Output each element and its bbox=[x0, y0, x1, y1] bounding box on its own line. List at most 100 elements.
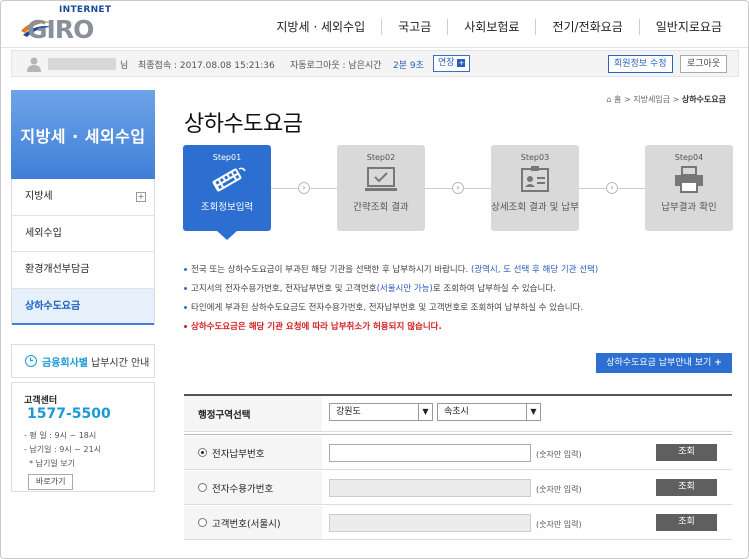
bank-hours-text: 납부시간 안내 bbox=[91, 357, 150, 369]
sidebar-title: 지방세 · 세외수입 bbox=[11, 90, 155, 179]
sidebar-item-label: 세외수입 bbox=[25, 227, 62, 239]
region-select-label: 행정구역선택 bbox=[184, 396, 322, 431]
query-button[interactable]: 조회 bbox=[656, 444, 717, 461]
step-text: 납부결과 확인 bbox=[661, 202, 717, 213]
notice-text: 전국 또는 상하수도요금이 부과된 해당 기관을 선택한 후 납부하시기 바랍니… bbox=[191, 265, 471, 275]
plus-icon: + bbox=[714, 358, 722, 368]
bullet-icon bbox=[184, 306, 187, 309]
sidebar-item-label: 지방세 bbox=[25, 191, 53, 202]
sidebar-menu: 지방세 + 세외수입 환경개선부담금 상하수도요금 bbox=[11, 179, 155, 325]
step-label: Step03 bbox=[520, 153, 550, 162]
logo-giro-text: GIRO bbox=[27, 15, 94, 44]
clock-icon bbox=[25, 355, 37, 367]
monitor-check-icon bbox=[365, 167, 397, 191]
top-nav-social-insurance[interactable]: 사회보험료 bbox=[447, 19, 535, 35]
extend-session-button[interactable]: 연장 + bbox=[433, 55, 471, 72]
expand-plus-icon[interactable]: + bbox=[136, 192, 146, 202]
sidebar-item-non-tax[interactable]: 세외수입 bbox=[12, 216, 154, 252]
notice-item: 타인에게 부과된 상하수도요금도 전자수용가번호, 전자납부번호 및 고객번호로… bbox=[184, 299, 724, 318]
region-select-row: 행정구역선택 강원도 ▼ 속초시 ▼ bbox=[184, 396, 732, 432]
top-nav-general-giro[interactable]: 일반지로요금 bbox=[638, 19, 738, 35]
step-4: Step04 납부결과 확인 bbox=[645, 145, 733, 231]
giro-logo[interactable]: INTERNET GIRO bbox=[19, 5, 119, 45]
lookup-label[interactable]: 전자수용가번호 bbox=[184, 471, 322, 504]
query-button[interactable]: 조회 bbox=[656, 514, 717, 531]
notice-text: 타인에게 부과된 상하수도요금도 전자수용가번호, 전자납부번호 및 고객번호로… bbox=[191, 303, 584, 313]
e-payment-number-input[interactable] bbox=[329, 444, 531, 462]
lookup-label[interactable]: 전자납부번호 bbox=[184, 436, 322, 469]
lookup-label-text: 고객번호(서울시) bbox=[212, 518, 281, 530]
customer-number-input[interactable] bbox=[329, 514, 531, 532]
keyboard-input-icon bbox=[212, 167, 246, 192]
customer-center-box: 고객센터 1577-5500 - 평 일 : 9시 ~ 18시 - 납기일 : … bbox=[11, 382, 155, 492]
region-province-select[interactable]: 강원도 ▼ bbox=[329, 403, 433, 421]
radio-e-customer-number[interactable] bbox=[198, 483, 207, 492]
lookup-label[interactable]: 고객번호(서울시) bbox=[184, 506, 322, 539]
breadcrumb-current: 상하수도요금 bbox=[681, 95, 726, 104]
numbers-only-hint: (숫자만 입력) bbox=[536, 520, 582, 529]
chevron-right-icon: › bbox=[298, 182, 310, 194]
notice-text: 고지서의 전자수용가번호, 전자납부번호 및 고객번호 bbox=[191, 284, 377, 294]
step-label: Step01 bbox=[212, 153, 242, 162]
breadcrumb-sep: > bbox=[672, 95, 680, 104]
customer-center-goto-button[interactable]: 바로가기 bbox=[28, 474, 74, 490]
breadcrumb-sep: > bbox=[623, 95, 631, 104]
edit-profile-button[interactable]: 회원정보 수정 bbox=[608, 55, 673, 73]
user-suffix: 님 bbox=[120, 61, 129, 71]
lookup-label-text: 전자납부번호 bbox=[212, 448, 265, 460]
e-customer-number-input[interactable] bbox=[329, 479, 531, 497]
auto-logout-label: 자동로그아웃 : 남은시간 bbox=[290, 61, 382, 71]
hours-due-date: - 납기일 : 9시 ~ 21시 bbox=[24, 445, 102, 454]
notice-text: 로 조회하여 납부하실 수 있습니다. bbox=[432, 284, 556, 294]
breadcrumb-home[interactable]: 홈 bbox=[614, 95, 621, 104]
sidebar-item-label: 환경개선부담금 bbox=[25, 264, 90, 275]
bullet-icon bbox=[184, 325, 187, 328]
step-1: Step01 조회정보입력 bbox=[183, 145, 271, 240]
home-icon[interactable]: ⌂ bbox=[606, 95, 611, 104]
sidebar-item-environment-charge[interactable]: 환경개선부담금 bbox=[12, 252, 154, 289]
notice-item-warning: 상하수도요금은 해당 기관 요청에 따라 납부취소가 허용되지 않습니다. bbox=[184, 318, 724, 337]
bullet-icon bbox=[184, 287, 187, 290]
bank-hours-highlight: 금융회사별 bbox=[42, 357, 88, 369]
sidebar-item-local-tax[interactable]: 지방세 + bbox=[12, 179, 154, 216]
logout-button[interactable]: 로그아웃 bbox=[680, 55, 728, 73]
lookup-label-text: 전자수용가번호 bbox=[212, 483, 274, 495]
step-text: 간략조회 결과 bbox=[353, 202, 409, 213]
step-text: 상세조회 결과 및 납부 bbox=[491, 202, 579, 213]
top-nav-national-treasury[interactable]: 국고금 bbox=[381, 19, 447, 35]
top-nav-local-tax[interactable]: 지방세 · 세외수입 bbox=[260, 19, 381, 35]
customer-center-number: 1577-5500 bbox=[27, 406, 111, 422]
chevron-down-icon: ▼ bbox=[418, 404, 432, 420]
breadcrumb: ⌂ 홈 > 지방세입금 > 상하수도요금 bbox=[606, 94, 726, 105]
customer-center-title: 고객센터 bbox=[24, 396, 58, 406]
numbers-only-hint: (숫자만 입력) bbox=[536, 450, 582, 459]
region-city-select[interactable]: 속초시 ▼ bbox=[437, 403, 541, 421]
top-header: INTERNET GIRO 지방세 · 세외수입 국고금 사회보험료 전기/전화… bbox=[1, 1, 748, 48]
breadcrumb-level1[interactable]: 지방세입금 bbox=[633, 95, 670, 104]
form-divider bbox=[184, 434, 732, 435]
sidebar-item-water-bill[interactable]: 상하수도요금 bbox=[12, 288, 154, 325]
region-province-value: 강원도 bbox=[336, 407, 361, 417]
top-nav-electric-phone[interactable]: 전기/전화요금 bbox=[535, 19, 638, 35]
step-text: 조회정보입력 bbox=[200, 202, 254, 213]
notice-item: 고지서의 전자수용가번호, 전자납부번호 및 고객번호(서울시만 가능)로 조회… bbox=[184, 280, 724, 299]
user-name-blurred bbox=[48, 58, 116, 70]
step-label: Step04 bbox=[674, 153, 704, 162]
query-button[interactable]: 조회 bbox=[656, 479, 717, 496]
bullet-icon bbox=[184, 268, 187, 271]
lookup-row-customer-seoul: 고객번호(서울시) (숫자만 입력) 조회 bbox=[184, 506, 732, 540]
printer-icon bbox=[675, 166, 703, 193]
last-login-text: 최종접속 : 2017.08.08 15:21:36 bbox=[138, 61, 275, 71]
notice-highlight: (광역시, 도 선택 후 해당 기관 선택) bbox=[470, 265, 599, 275]
payment-guide-button[interactable]: 상하수도요금 납부안내 보기 + bbox=[596, 353, 732, 373]
hours-weekday: - 평 일 : 9시 ~ 18시 bbox=[24, 431, 97, 440]
due-date-link[interactable]: * 납기일 보기 bbox=[24, 458, 142, 470]
top-nav: 지방세 · 세외수입 국고금 사회보험료 전기/전화요금 일반지로요금 bbox=[260, 19, 738, 35]
notice-text: 상하수도요금은 해당 기관 요청에 따라 납부취소가 허용되지 않습니다. bbox=[191, 322, 442, 332]
sidebar-item-label: 상하수도요금 bbox=[25, 300, 81, 312]
radio-e-payment-number[interactable] bbox=[198, 448, 207, 457]
radio-customer-number-seoul[interactable] bbox=[198, 518, 207, 527]
id-card-icon bbox=[521, 166, 549, 192]
bank-hours-link[interactable]: 금융회사별 납부시간 안내 bbox=[11, 344, 155, 378]
browser-frame: INTERNET GIRO 지방세 · 세외수입 국고금 사회보험료 전기/전화… bbox=[0, 0, 749, 559]
